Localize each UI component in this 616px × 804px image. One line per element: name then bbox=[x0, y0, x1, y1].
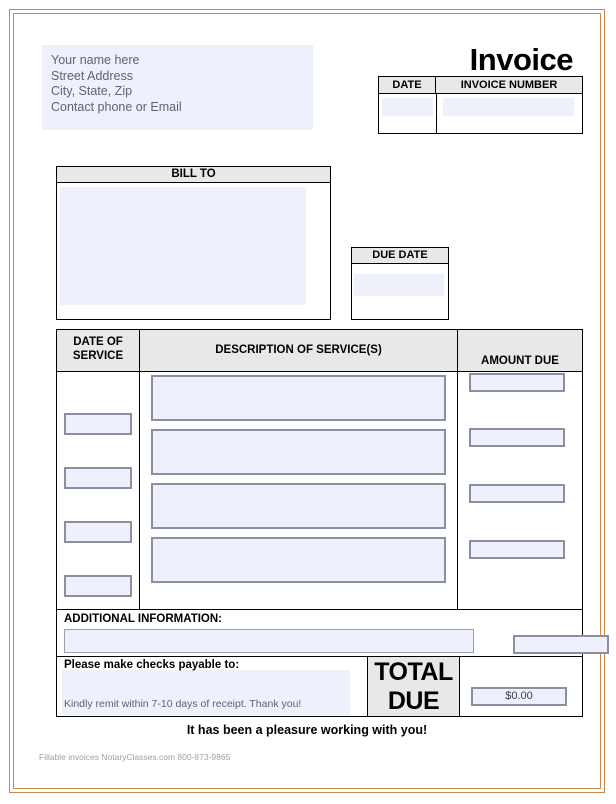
sender-address-field[interactable]: Your name here Street Address City, Stat… bbox=[42, 45, 313, 130]
additional-information-label: ADDITIONAL INFORMATION: bbox=[64, 613, 223, 625]
services-table-body bbox=[57, 372, 582, 610]
invoice-number-input[interactable] bbox=[443, 98, 574, 116]
service-date-input-4[interactable] bbox=[64, 575, 132, 597]
amount-due-column-header: AMOUNT DUE bbox=[481, 355, 559, 367]
services-table-header-row: DATE OF SERVICE DESCRIPTION OF SERVICE(S… bbox=[57, 330, 582, 372]
closing-message: It has been a pleasure working with you! bbox=[186, 723, 428, 737]
remit-note: Kindly remit within 7-10 days of receipt… bbox=[64, 698, 302, 710]
date-of-service-column-header: DATE OF SERVICE bbox=[57, 330, 140, 371]
sender-line-4: Contact phone or Email bbox=[51, 99, 182, 114]
description-column bbox=[140, 372, 458, 610]
subtotal-input[interactable] bbox=[513, 635, 609, 654]
bill-to-input[interactable] bbox=[60, 187, 306, 305]
service-description-input-1[interactable] bbox=[151, 375, 446, 421]
total-due-value[interactable]: $0.00 bbox=[471, 687, 567, 706]
services-table: DATE OF SERVICE DESCRIPTION OF SERVICE(S… bbox=[56, 329, 583, 610]
invoice-page-frame-inner: Your name here Street Address City, Stat… bbox=[13, 13, 609, 789]
payment-total-strip: Please make checks payable to: Kindly re… bbox=[56, 657, 583, 717]
invoice-page-frame-outer: Your name here Street Address City, Stat… bbox=[9, 9, 609, 793]
bill-to-header: BILL TO bbox=[57, 167, 330, 183]
total-due-label-line2: DUE bbox=[387, 687, 440, 715]
additional-information-section: ADDITIONAL INFORMATION: bbox=[56, 610, 609, 657]
service-date-input-1[interactable] bbox=[64, 413, 132, 435]
total-due-value-cell: $0.00 bbox=[460, 657, 582, 716]
service-description-input-2[interactable] bbox=[151, 429, 446, 475]
service-description-input-3[interactable] bbox=[151, 483, 446, 529]
sender-line-3: City, State, Zip bbox=[51, 84, 133, 99]
invoice-number-cell bbox=[437, 94, 582, 133]
page-title: Invoice bbox=[469, 42, 574, 77]
date-input[interactable] bbox=[382, 98, 433, 116]
date-of-service-header-line1: DATE OF bbox=[73, 336, 123, 348]
sender-line-1: Your name here bbox=[51, 53, 140, 67]
total-due-label: TOTAL DUE bbox=[368, 657, 460, 716]
sender-line-2: Street Address bbox=[51, 68, 133, 83]
payable-section: Please make checks payable to: Kindly re… bbox=[57, 657, 368, 716]
service-date-input-2[interactable] bbox=[64, 467, 132, 489]
service-amount-input-3[interactable] bbox=[469, 484, 565, 503]
service-date-input-3[interactable] bbox=[64, 521, 132, 543]
invoice-number-column-header: INVOICE NUMBER bbox=[436, 77, 582, 94]
additional-information-input[interactable] bbox=[64, 629, 474, 653]
service-amount-input-1[interactable] bbox=[469, 373, 565, 392]
date-of-service-column bbox=[57, 372, 140, 610]
service-description-input-4[interactable] bbox=[151, 537, 446, 583]
service-amount-input-2[interactable] bbox=[469, 428, 565, 447]
due-date-header: DUE DATE bbox=[352, 248, 448, 264]
payable-label: Please make checks payable to: bbox=[64, 659, 240, 671]
description-column-header: DESCRIPTION OF SERVICE(S) bbox=[140, 330, 458, 371]
amount-due-column bbox=[458, 372, 582, 610]
due-date-section: DUE DATE bbox=[351, 247, 449, 320]
invoice-meta-table: DATE INVOICE NUMBER bbox=[378, 76, 583, 134]
total-due-label-line1: TOTAL bbox=[374, 658, 453, 686]
date-of-service-header-line2: SERVICE bbox=[72, 350, 124, 362]
bill-to-section: BILL TO bbox=[56, 166, 331, 320]
date-cell bbox=[379, 94, 437, 133]
invoice-sheet: Your name here Street Address City, Stat… bbox=[14, 14, 609, 788]
due-date-input[interactable] bbox=[354, 274, 444, 296]
service-amount-input-4[interactable] bbox=[469, 540, 565, 559]
footer-note: Fillable invoices NotaryClasses.com 800-… bbox=[39, 752, 231, 762]
date-column-header: DATE bbox=[379, 77, 436, 94]
